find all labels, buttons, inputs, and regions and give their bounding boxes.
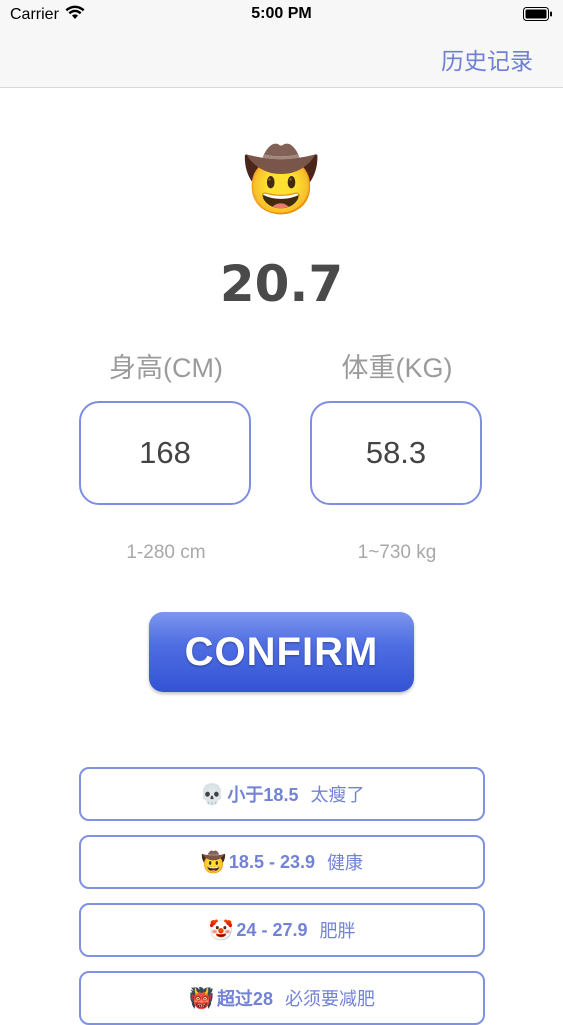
range-value: 小于18.5 — [227, 785, 299, 805]
weight-label: 体重(KG) — [341, 353, 453, 383]
navigation-bar: 历史记录 — [0, 30, 563, 88]
range-description: 必须要减肥 — [284, 989, 375, 1009]
range-item-underweight[interactable]: 💀 小于18.5 太瘦了 — [79, 767, 485, 821]
range-description: 健康 — [326, 853, 363, 873]
skull-icon: 💀 — [199, 783, 225, 806]
result-emoji-icon: 🤠 — [242, 146, 321, 215]
height-value: 168 — [139, 435, 191, 470]
height-range-hint: 1-280 cm — [126, 542, 206, 563]
weight-value: 58.3 — [365, 435, 427, 470]
status-time: 5:00 PM — [251, 5, 312, 22]
history-button[interactable]: 历史记录 — [441, 42, 533, 76]
range-item-healthy[interactable]: 🤠 18.5 - 23.9 健康 — [79, 835, 485, 889]
range-item-obese[interactable]: 👹 超过28 必须要减肥 — [79, 971, 485, 1025]
height-label: 身高(CM) — [109, 353, 223, 383]
range-description: 太瘦了 — [310, 785, 365, 805]
confirm-button[interactable]: CONFIRM — [149, 612, 414, 692]
range-item-overweight[interactable]: 🤡 24 - 27.9 肥胖 — [79, 903, 485, 957]
range-description: 肥胖 — [319, 921, 356, 941]
range-value: 24 - 27.9 — [236, 919, 308, 940]
status-bar: Carrier 5:00 PM — [0, 0, 563, 30]
height-input[interactable]: 168 — [79, 401, 251, 505]
range-value: 18.5 - 23.9 — [228, 851, 315, 872]
bmi-value: 20.7 — [219, 255, 344, 313]
ogre-icon: 👹 — [189, 987, 214, 1010]
clown-face-icon: 🤡 — [208, 919, 234, 942]
weight-range-hint: 1~730 kg — [357, 542, 437, 563]
weight-input[interactable]: 58.3 — [310, 401, 482, 505]
cowboy-face-icon: 🤠 — [201, 851, 226, 874]
battery-icon — [523, 7, 553, 21]
range-value: 超过28 — [216, 989, 273, 1009]
